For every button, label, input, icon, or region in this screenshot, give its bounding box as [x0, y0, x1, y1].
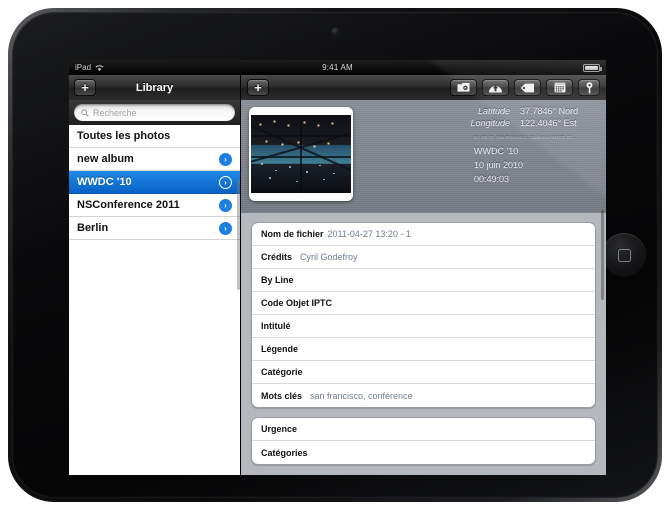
field-categories[interactable]: Catégories	[252, 441, 595, 464]
detail-header: Latitude 37.7846° Nord Longitude 122.404…	[241, 100, 606, 213]
search-input[interactable]: Recherche	[74, 104, 235, 121]
field-label: Urgence	[261, 424, 298, 434]
tag-icon	[520, 83, 534, 92]
album-row-new-album[interactable]: new album ›	[69, 148, 240, 171]
latitude-value: 37.7846° Nord	[520, 106, 579, 116]
battery-icon	[583, 63, 602, 72]
album-label: Berlin	[77, 222, 109, 234]
field-value: san francisco, conférence	[310, 390, 413, 401]
sidebar-scrollbar[interactable]	[237, 180, 240, 290]
album-label: Toutes les photos	[77, 130, 171, 142]
album-row-nsconference-2011[interactable]: NSConference 2011 ›	[69, 194, 240, 217]
album-row-toutes-les-photos[interactable]: Toutes les photos	[69, 125, 240, 148]
toolbar-strip: + Library +	[69, 75, 606, 100]
photo-metadata-summary: Latitude 37.7846° Nord Longitude 122.404…	[470, 100, 606, 213]
calendar-icon	[554, 82, 565, 93]
ipad-device: iPad 9:41 AM + Library + Recherche Toute…	[8, 8, 662, 502]
field-urgence[interactable]: Urgence	[252, 418, 595, 441]
album-label: WWDC '10	[77, 176, 132, 188]
longitude-label: Longitude	[470, 118, 510, 128]
disclosure-chevron-icon[interactable]: ›	[219, 175, 232, 189]
field-value: 2011-04-27 13:20 - 1	[327, 229, 411, 239]
upload-cloud-icon	[489, 84, 502, 92]
ipad-screen: iPad 9:41 AM + Library + Recherche Toute…	[69, 60, 606, 475]
front-camera	[332, 28, 339, 35]
search-bar: Recherche	[69, 100, 240, 125]
capture-date: 10 juin 2010	[474, 160, 524, 170]
library-toolbar: + Library	[69, 75, 241, 100]
longitude-row: Longitude 122.4046° Est	[470, 118, 594, 128]
camera-import-icon	[457, 83, 470, 92]
field-by-line[interactable]: By Line	[252, 269, 595, 292]
add-album-button[interactable]: +	[74, 79, 96, 96]
field-legende[interactable]: Légende	[252, 338, 595, 361]
field-label: By Line	[261, 275, 294, 285]
home-button-square-icon	[617, 248, 631, 262]
address-line: 84 4th St, San Francisco, Californie 941…	[474, 135, 576, 140]
tag-button[interactable]	[514, 79, 541, 96]
album-row-berlin[interactable]: Berlin ›	[69, 217, 240, 240]
camera-import-button[interactable]	[450, 79, 477, 96]
form-scrollbar[interactable]	[601, 210, 604, 300]
field-label: Catégories	[261, 447, 308, 458]
disclosure-chevron-icon[interactable]: ›	[219, 152, 232, 166]
battery-fill	[585, 65, 598, 70]
upload-cloud-button[interactable]	[482, 79, 509, 96]
search-placeholder: Recherche	[93, 107, 137, 118]
status-bar: iPad 9:41 AM	[69, 60, 606, 75]
photo-thumbnail[interactable]	[249, 107, 353, 201]
main-content: Recherche Toutes les photos new album › …	[69, 100, 606, 475]
status-bar-right	[583, 63, 602, 72]
calendar-button[interactable]	[546, 79, 573, 96]
thumbnail-column	[241, 100, 353, 213]
field-label: Code Objet IPTC	[261, 298, 333, 308]
map-pin-button[interactable]	[578, 79, 600, 96]
album-label: new album	[77, 153, 134, 165]
disclosure-chevron-icon[interactable]: ›	[219, 221, 232, 235]
field-credits[interactable]: Crédits Cyril Godefroy	[252, 246, 595, 269]
album-row-wwdc-10[interactable]: WWDC '10 ›	[69, 171, 240, 194]
field-label: Nom de fichier	[261, 229, 324, 239]
metadata-group-primary: Nom de fichier 2011-04-27 13:20 - 1 Créd…	[251, 222, 596, 408]
album-name: WWDC '10	[474, 146, 519, 156]
metadata-form: Nom de fichier 2011-04-27 13:20 - 1 Créd…	[241, 213, 606, 475]
add-photo-button[interactable]: +	[247, 79, 269, 96]
field-label: Mots clés	[261, 390, 303, 401]
field-code-objet-iptc[interactable]: Code Objet IPTC	[252, 292, 595, 315]
field-value: Cyril Godefroy	[300, 252, 358, 262]
plus-icon: +	[81, 80, 89, 95]
album-list: Toutes les photos new album › WWDC '10 ›…	[69, 125, 240, 475]
home-button[interactable]	[602, 233, 646, 277]
album-sidebar: Recherche Toutes les photos new album › …	[69, 100, 241, 475]
latitude-label: Latitude	[477, 106, 510, 116]
latitude-row: Latitude 37.7846° Nord	[470, 106, 594, 116]
detail-toolbar: +	[241, 75, 606, 100]
album-label: NSConference 2011	[77, 199, 180, 211]
plus-icon: +	[254, 80, 262, 95]
longitude-value: 122.4046° Est	[520, 118, 577, 128]
field-label: Légende	[261, 344, 299, 354]
disclosure-chevron-icon[interactable]: ›	[219, 198, 232, 212]
status-bar-clock: 9:41 AM	[322, 63, 353, 72]
ipad-bezel: iPad 9:41 AM + Library + Recherche Toute…	[12, 12, 658, 498]
field-mots-cles[interactable]: Mots clés san francisco, conférence	[252, 384, 595, 407]
search-icon	[81, 108, 89, 117]
field-label: Crédits	[261, 252, 293, 262]
field-label: Intitulé	[261, 321, 291, 331]
metadata-group-secondary: Urgence Catégories	[251, 417, 596, 465]
field-categorie[interactable]: Catégorie	[252, 361, 595, 384]
field-nom-de-fichier[interactable]: Nom de fichier 2011-04-27 13:20 - 1	[252, 223, 595, 246]
photo-detail-pane: Latitude 37.7846° Nord Longitude 122.404…	[241, 100, 606, 475]
field-label: Catégorie	[261, 367, 303, 377]
metadata-left-block: 84 4th St, San Francisco, Californie 941…	[474, 135, 594, 184]
map-pin-icon	[586, 81, 592, 93]
capture-time: 00:49:03	[474, 174, 510, 184]
photo-thumbnail-image	[251, 115, 351, 193]
field-intitule[interactable]: Intitulé	[252, 315, 595, 338]
